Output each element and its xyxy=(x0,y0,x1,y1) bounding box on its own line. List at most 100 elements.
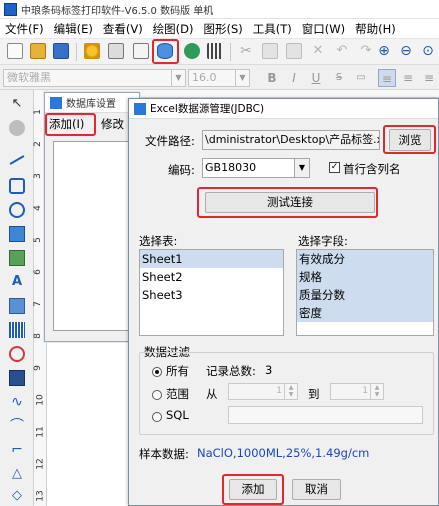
triangle-tool-icon[interactable]: △ xyxy=(9,466,25,482)
database-settings-window: 数据库设置 添加(I) 修改 xyxy=(44,92,140,342)
line-tool-icon[interactable] xyxy=(9,155,25,165)
zoom-fit-icon[interactable]: ⊙ xyxy=(420,43,436,59)
menu-tools[interactable]: 工具(T) xyxy=(248,21,297,37)
menu-draw[interactable]: 绘图(D) xyxy=(148,21,199,37)
encoding-select[interactable]: GB18030 ▼ xyxy=(202,158,310,178)
list-item[interactable]: 密度 xyxy=(297,304,433,322)
picture-tool-icon[interactable] xyxy=(9,250,25,266)
toolbar-separator xyxy=(76,43,77,61)
cancel-button[interactable]: 取消 xyxy=(292,479,341,500)
seal-tool-icon[interactable] xyxy=(9,346,25,362)
bold-button[interactable]: B xyxy=(263,69,281,87)
sql-input[interactable] xyxy=(228,406,423,424)
save-icon[interactable] xyxy=(53,43,69,59)
chevron-down-icon[interactable]: ▼ xyxy=(171,70,185,86)
ruler-number: 7 xyxy=(32,301,43,307)
italic-button[interactable]: I xyxy=(285,69,303,87)
delete-icon[interactable]: ✕ xyxy=(310,43,326,59)
sample-data-label: 样本数据: xyxy=(139,447,189,461)
list-item[interactable]: Sheet3 xyxy=(140,286,283,304)
arc-tool-icon[interactable]: ⌒ xyxy=(9,418,25,434)
barcode-icon[interactable] xyxy=(207,43,223,59)
copy-icon[interactable] xyxy=(262,43,278,59)
encoding-label: 编码: xyxy=(168,163,195,177)
diamond-tool-icon[interactable]: ◇ xyxy=(9,488,25,504)
ruler-number: 8 xyxy=(32,333,43,339)
menu-view[interactable]: 查看(V) xyxy=(98,21,148,37)
ellipse-tool-icon[interactable] xyxy=(9,202,25,218)
menu-window[interactable]: 窗口(W) xyxy=(297,21,350,37)
list-item[interactable]: 质量分数 xyxy=(297,286,433,304)
print-icon[interactable] xyxy=(108,43,124,59)
paste-icon[interactable] xyxy=(286,43,302,59)
zoom-out-icon[interactable]: ⊖ xyxy=(398,43,414,59)
redo-icon[interactable]: ↷ xyxy=(358,43,374,59)
underline-button[interactable]: U xyxy=(307,69,325,87)
database-settings-titlebar: 数据库设置 xyxy=(45,93,139,113)
edit-tab[interactable]: 修改 xyxy=(101,115,124,133)
rich-text-tool-icon[interactable] xyxy=(9,298,25,314)
list-item[interactable]: Sheet2 xyxy=(140,268,283,286)
wrap-text-icon[interactable]: ▭ xyxy=(352,69,370,87)
data-link-icon[interactable] xyxy=(184,43,200,59)
align-center-icon[interactable]: ≡ xyxy=(399,69,417,87)
database-icon xyxy=(50,96,62,109)
ruler-number: 6 xyxy=(32,269,43,275)
list-item[interactable]: Sheet1 xyxy=(140,250,283,268)
list-item[interactable]: 有效成分 xyxy=(297,250,433,268)
chevron-down-icon[interactable]: ▼ xyxy=(294,159,309,177)
settings-gear-icon[interactable] xyxy=(84,43,100,59)
align-left-icon[interactable]: ≡ xyxy=(378,69,396,87)
range-to-stepper[interactable]: 1 ▲ ▼ xyxy=(330,383,384,400)
pan-icon[interactable] xyxy=(9,120,25,136)
image-tool-icon[interactable] xyxy=(9,226,25,242)
filter-sql-radio[interactable] xyxy=(152,412,162,422)
field-listbox[interactable]: 有效成分 规格 质量分数 密度 xyxy=(296,249,434,336)
sample-data-value: NaClO,1000ML,25%,1.49g/cm xyxy=(197,446,370,460)
stepper-arrows-icon[interactable]: ▲ ▼ xyxy=(284,384,297,399)
align-right-icon[interactable]: ≡ xyxy=(420,69,438,87)
range-from-value: 1 xyxy=(276,386,282,396)
stepper-arrows-icon[interactable]: ▲ ▼ xyxy=(370,384,383,399)
print-preview-icon[interactable] xyxy=(133,43,149,59)
first-row-checkbox[interactable]: ✓ xyxy=(329,162,340,173)
ruler-number: 9 xyxy=(32,365,43,371)
excel-datasource-dialog: Excel数据源管理(JDBC) 文件路径: \dministrator\Des… xyxy=(128,98,439,506)
datasource-list[interactable] xyxy=(53,141,139,331)
drawing-tools-panel: ↖ A ∿ ⌒ ⌐ △ ◇ xyxy=(0,90,34,506)
filter-all-radio[interactable] xyxy=(152,367,162,377)
rectangle-tool-icon[interactable] xyxy=(9,178,25,194)
menu-shape[interactable]: 图形(S) xyxy=(199,21,248,37)
toolbar-separator xyxy=(230,43,231,61)
ruler-number: 2 xyxy=(32,141,43,147)
font-name-combo[interactable]: 微软雅黑 ▼ xyxy=(3,69,186,87)
barcode-tool-icon[interactable] xyxy=(9,322,25,338)
font-size-value: 16.0 xyxy=(192,71,217,84)
chevron-down-icon[interactable]: ▼ xyxy=(235,70,249,86)
font-size-combo[interactable]: 16.0 ▼ xyxy=(188,69,250,87)
ruler-number: 11 xyxy=(35,426,46,438)
undo-icon[interactable]: ↶ xyxy=(334,43,350,59)
app-title: 中琅条码标签打印软件-V6.5.0 数码版 单机 xyxy=(21,5,214,17)
open-folder-icon[interactable] xyxy=(30,43,46,59)
app-icon xyxy=(134,102,146,115)
menu-help[interactable]: 帮助(H) xyxy=(350,21,401,37)
curve-tool-icon[interactable]: ∿ xyxy=(9,394,25,410)
filter-range-radio[interactable] xyxy=(152,390,162,400)
file-path-input[interactable]: \dministrator\Desktop\产品标签.xls xyxy=(202,130,380,150)
range-to-label: 到 xyxy=(308,387,320,401)
menu-file[interactable]: 文件(F) xyxy=(0,21,49,37)
filter-sql-label: SQL xyxy=(166,408,189,422)
qrcode-tool-icon[interactable] xyxy=(9,370,25,386)
cut-icon[interactable]: ✂ xyxy=(238,43,254,59)
range-from-stepper[interactable]: 1 ▲ ▼ xyxy=(228,383,298,400)
pointer-icon[interactable]: ↖ xyxy=(9,96,25,112)
table-listbox[interactable]: Sheet1 Sheet2 Sheet3 xyxy=(139,249,284,336)
menu-edit[interactable]: 编辑(E) xyxy=(49,21,98,37)
list-item[interactable]: 规格 xyxy=(297,268,433,286)
new-file-icon[interactable] xyxy=(7,43,23,59)
polyline-tool-icon[interactable]: ⌐ xyxy=(9,442,25,458)
zoom-in-icon[interactable]: ⊕ xyxy=(376,43,392,59)
text-tool-icon[interactable]: A xyxy=(9,274,25,290)
strikethrough-icon[interactable]: S̶ xyxy=(330,69,348,87)
